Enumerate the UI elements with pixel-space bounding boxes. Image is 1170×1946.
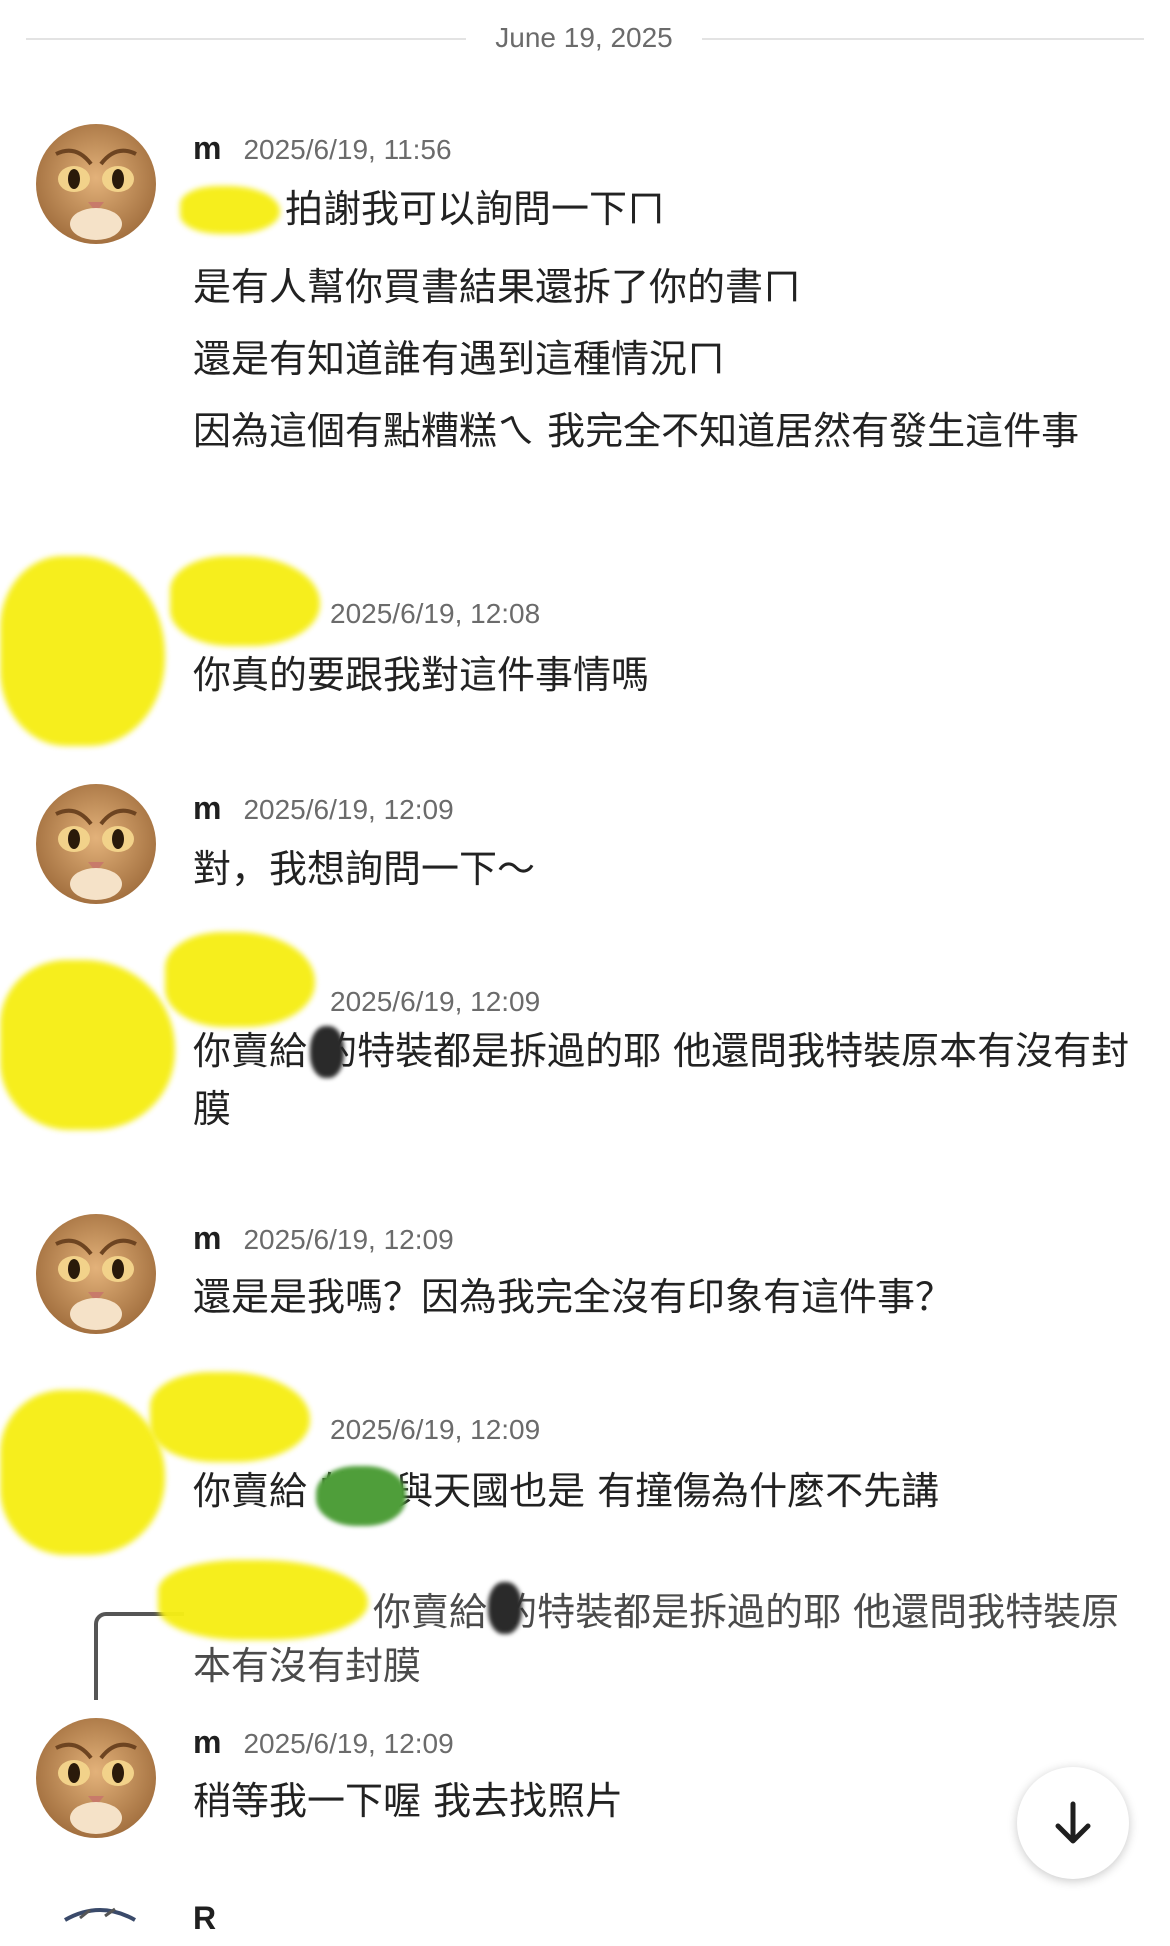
message-header: m 2025/6/19, 11:56 xyxy=(193,130,452,167)
timestamp: 2025/6/19, 12:09 xyxy=(243,1224,454,1255)
divider-line xyxy=(26,38,466,40)
redaction-scribble xyxy=(165,932,315,1027)
redaction-scribble xyxy=(180,186,280,234)
cat-avatar[interactable] xyxy=(36,784,156,904)
message-text: 因為這個有點糟糕ㄟ 我完全不知道居然有發生這件事 xyxy=(193,409,1080,453)
timestamp: 2025/6/19, 12:08 xyxy=(330,598,541,629)
redaction-scribble xyxy=(0,960,175,1130)
redaction-blot xyxy=(488,1582,522,1634)
cat-avatar[interactable] xyxy=(36,124,156,244)
redaction-scribble xyxy=(150,1372,310,1462)
message-header: m 2025/6/19, 12:09 xyxy=(193,1724,454,1761)
sender-name[interactable]: m xyxy=(193,130,221,166)
redaction-scribble xyxy=(0,1390,165,1555)
date-divider: June 19, 2025 xyxy=(26,18,1144,58)
cat-face-icon xyxy=(36,1214,156,1334)
message-header: m 2025/6/19, 12:09 xyxy=(193,790,454,827)
redaction-blot xyxy=(316,1466,406,1526)
sender-name[interactable]: m xyxy=(193,790,221,826)
timestamp: 2025/6/19, 12:09 xyxy=(243,794,454,825)
reply-quote[interactable]: 你賣給 的特裝都是拆過的耶 他還問我特裝原本有沒有封膜 xyxy=(193,1585,1143,1693)
cat-avatar[interactable] xyxy=(36,1214,156,1334)
message-header: 2025/6/19, 12:09 xyxy=(330,1414,540,1446)
scroll-to-bottom-button[interactable] xyxy=(1017,1767,1129,1879)
timestamp: 2025/6/19, 12:09 xyxy=(330,986,541,1017)
sender-name[interactable]: m xyxy=(193,1220,221,1256)
avatar[interactable] xyxy=(60,1906,140,1946)
message-text: 稍等我一下喔 我去找照片 xyxy=(193,1779,624,1823)
date-label: June 19, 2025 xyxy=(495,22,673,53)
cat-face-icon xyxy=(36,1718,156,1838)
redaction-blot xyxy=(310,1026,344,1078)
message-text: 還是有知道誰有遇到這種情況ㄇ xyxy=(193,337,726,381)
arrow-down-icon xyxy=(1055,1801,1091,1844)
message-text: 你真的要跟我對這件事情嗎 xyxy=(193,653,650,697)
redaction-scribble xyxy=(170,556,320,646)
timestamp: 2025/6/19, 11:56 xyxy=(243,134,452,165)
message-header: m 2025/6/19, 12:09 xyxy=(193,1220,454,1257)
divider-line xyxy=(702,38,1144,40)
sender-name[interactable]: m xyxy=(193,1724,221,1760)
message-text: 是有人幫你買書結果還拆了你的書ㄇ xyxy=(193,265,802,309)
timestamp: 2025/6/19, 12:09 xyxy=(330,1414,541,1445)
timestamp: 2025/6/19, 12:09 xyxy=(243,1728,454,1759)
message-text: 還是是我嗎？因為我完全沒有印象有這件事？ xyxy=(193,1275,954,1319)
redaction-scribble xyxy=(0,556,165,746)
message-text: 拍謝我可以詢問一下ㄇ xyxy=(285,187,666,231)
message-header: 2025/6/19, 12:09 xyxy=(330,986,540,1018)
message-text: 你賣給 的鬼與天國也是 有撞傷為什麼不先講 xyxy=(193,1469,940,1513)
message-header: 2025/6/19, 12:08 xyxy=(330,598,540,630)
cat-face-icon xyxy=(36,784,156,904)
cat-avatar[interactable] xyxy=(36,1718,156,1838)
cat-face-icon xyxy=(36,124,156,244)
message-text: 對，我想詢問一下～ xyxy=(193,847,536,891)
